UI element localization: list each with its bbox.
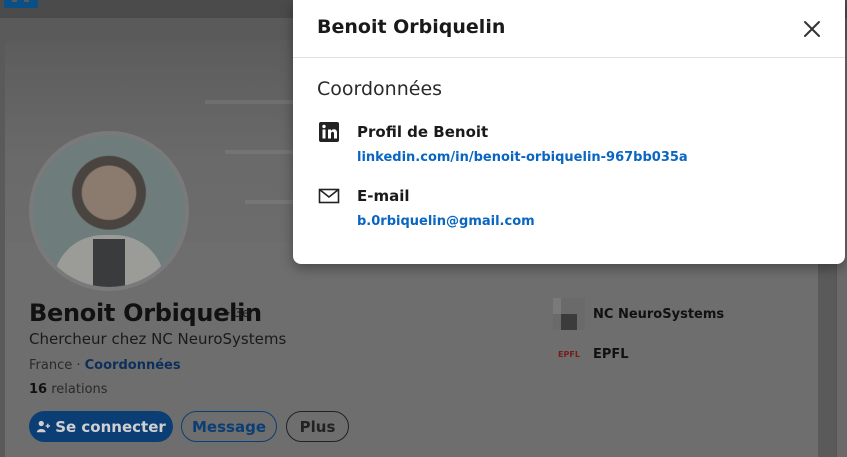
modal-header: Benoit Orbiquelin xyxy=(293,0,845,58)
relations-number: 16 xyxy=(29,382,48,397)
connect-button[interactable]: Se connecter xyxy=(29,411,173,442)
epfl-logo-icon: EPFL xyxy=(558,349,580,359)
profile-headline: Chercheur chez NC NeuroSystems xyxy=(29,330,287,348)
close-icon[interactable] xyxy=(800,17,824,41)
connect-label: Se connecter xyxy=(55,417,166,436)
message-button[interactable]: Message xyxy=(181,411,277,442)
modal-title: Benoit Orbiquelin xyxy=(317,16,506,38)
contact-info-link[interactable]: Coordonnées xyxy=(85,358,181,373)
more-button[interactable]: Plus xyxy=(286,411,349,442)
relations-count[interactable]: 16 relations xyxy=(29,382,108,397)
company-logo-icon xyxy=(553,298,585,330)
company-current[interactable]: NC NeuroSystems xyxy=(553,298,724,330)
linkedin-profile-link[interactable]: linkedin.com/in/benoit-orbiquelin-967bb0… xyxy=(357,150,688,165)
location-text: France · xyxy=(29,358,81,373)
company-name: NC NeuroSystems xyxy=(593,306,725,322)
profile-location: France · Coordonnées xyxy=(29,358,181,373)
add-person-icon xyxy=(37,420,51,432)
mail-icon xyxy=(318,188,340,204)
school-name: EPFL xyxy=(593,346,629,362)
email-label: E-mail xyxy=(357,187,410,205)
section-title: Coordonnées xyxy=(317,78,443,100)
education-item[interactable]: EPFL EPFL xyxy=(553,345,629,363)
linkedin-icon xyxy=(319,122,339,142)
linkedin-logo-icon[interactable] xyxy=(4,0,38,8)
avatar[interactable] xyxy=(29,131,189,291)
linkedin-profile-label: Profil de Benoit xyxy=(357,123,489,141)
email-link[interactable]: b.0rbiquelin@gmail.com xyxy=(357,214,535,229)
connection-degree: · 3e xyxy=(227,306,250,320)
contact-info-modal: Benoit Orbiquelin Coordonnées Profil de … xyxy=(293,0,845,264)
relations-label: relations xyxy=(51,382,108,397)
